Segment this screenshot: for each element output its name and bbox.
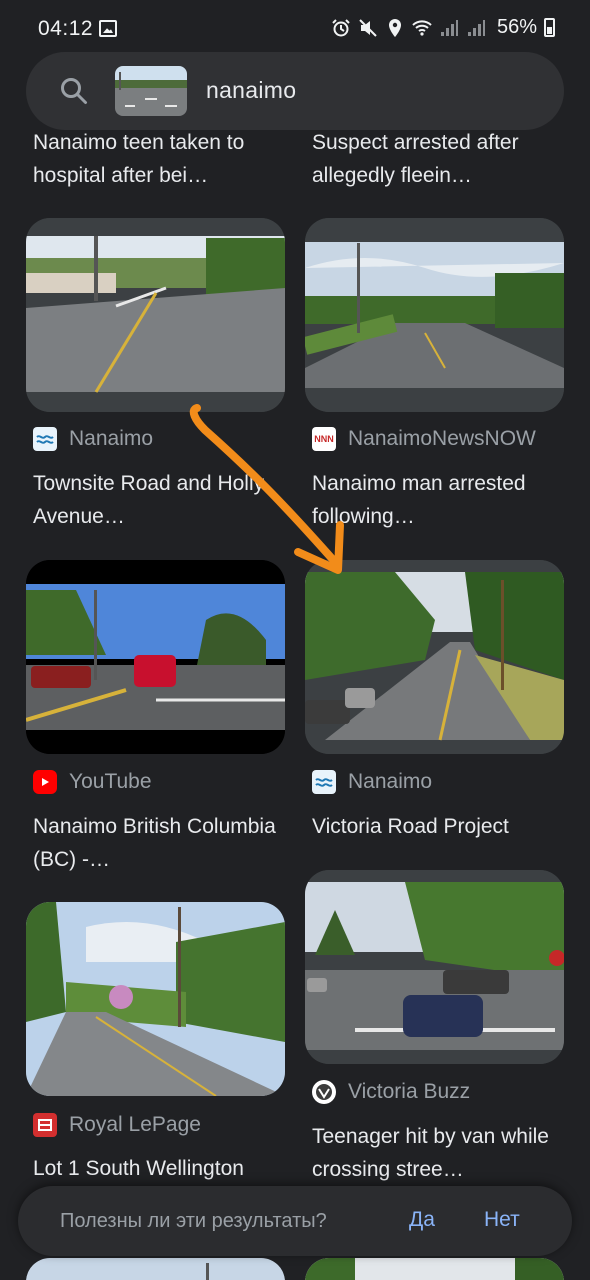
battery-percent: 56% <box>496 16 537 38</box>
signal-icon <box>440 19 458 36</box>
location-icon <box>388 18 401 37</box>
result-title[interactable]: Nanaimo man arrested following… <box>312 467 562 533</box>
status-time: 04:12 <box>38 17 94 40</box>
result-title[interactable]: Suspect arrested after allegedly fleein… <box>312 130 562 192</box>
image-results-grid: Nanaimo teen taken to hospital after bei… <box>0 130 590 1280</box>
nanaimo-city-icon <box>312 770 336 794</box>
result-source[interactable]: NNN NanaimoNewsNOW <box>312 427 536 451</box>
royal-lepage-icon <box>33 1113 57 1137</box>
gallery-notification-icon <box>99 20 117 37</box>
result-image[interactable] <box>26 1258 285 1280</box>
status-icons: 56% <box>331 16 555 39</box>
result-title[interactable]: Nanaimo teen taken to hospital after bei… <box>33 130 283 192</box>
nanaimo-city-icon <box>33 427 57 451</box>
result-image[interactable] <box>305 218 564 412</box>
result-title[interactable]: Teenager hit by van while crossing stree… <box>312 1120 562 1186</box>
feedback-no-button[interactable]: Нет <box>484 1208 520 1232</box>
source-name: Nanaimo <box>348 770 433 793</box>
mute-icon <box>359 18 377 37</box>
search-image-thumbnail[interactable] <box>115 66 187 116</box>
result-source[interactable]: Nanaimo <box>312 770 432 794</box>
result-image[interactable] <box>305 1258 564 1280</box>
feedback-yes-button[interactable]: Да <box>409 1208 435 1232</box>
result-title[interactable]: Victoria Road Project <box>312 810 562 843</box>
source-name: Victoria Buzz <box>348 1080 471 1103</box>
source-name: Royal LePage <box>69 1113 201 1136</box>
result-image[interactable] <box>26 218 285 412</box>
status-bar: 04:12 56% <box>0 0 590 58</box>
source-name: Nanaimo <box>69 427 154 450</box>
result-title[interactable]: Nanaimo British Columbia (BC) -… <box>33 810 283 876</box>
victoria-buzz-icon <box>312 1080 336 1104</box>
search-bar[interactable]: nanaimo <box>26 52 564 130</box>
search-icon[interactable] <box>59 76 89 106</box>
result-title[interactable]: Townsite Road and Holly Avenue… <box>33 467 283 533</box>
feedback-bar: Полезны ли эти результаты? Да Нет <box>18 1186 572 1256</box>
wifi-icon <box>412 19 432 36</box>
result-source[interactable]: YouTube <box>33 770 152 794</box>
signal-icon-2 <box>467 19 485 36</box>
youtube-icon <box>33 770 57 794</box>
result-title[interactable]: Lot 1 South Wellington <box>33 1152 283 1185</box>
result-image[interactable] <box>26 560 285 754</box>
result-source[interactable]: Nanaimo <box>33 427 153 451</box>
result-source[interactable]: Victoria Buzz <box>312 1080 470 1104</box>
source-name: NanaimoNewsNOW <box>348 427 536 450</box>
nnn-icon: NNN <box>312 427 336 451</box>
result-image[interactable] <box>305 870 564 1064</box>
result-image[interactable] <box>305 560 564 754</box>
feedback-question: Полезны ли эти результаты? <box>60 1210 327 1232</box>
battery-icon <box>544 18 555 37</box>
alarm-icon <box>332 18 350 36</box>
result-source[interactable]: Royal LePage <box>33 1113 201 1137</box>
result-image[interactable] <box>26 902 285 1096</box>
search-query[interactable]: nanaimo <box>206 77 296 104</box>
source-name: YouTube <box>69 770 152 793</box>
